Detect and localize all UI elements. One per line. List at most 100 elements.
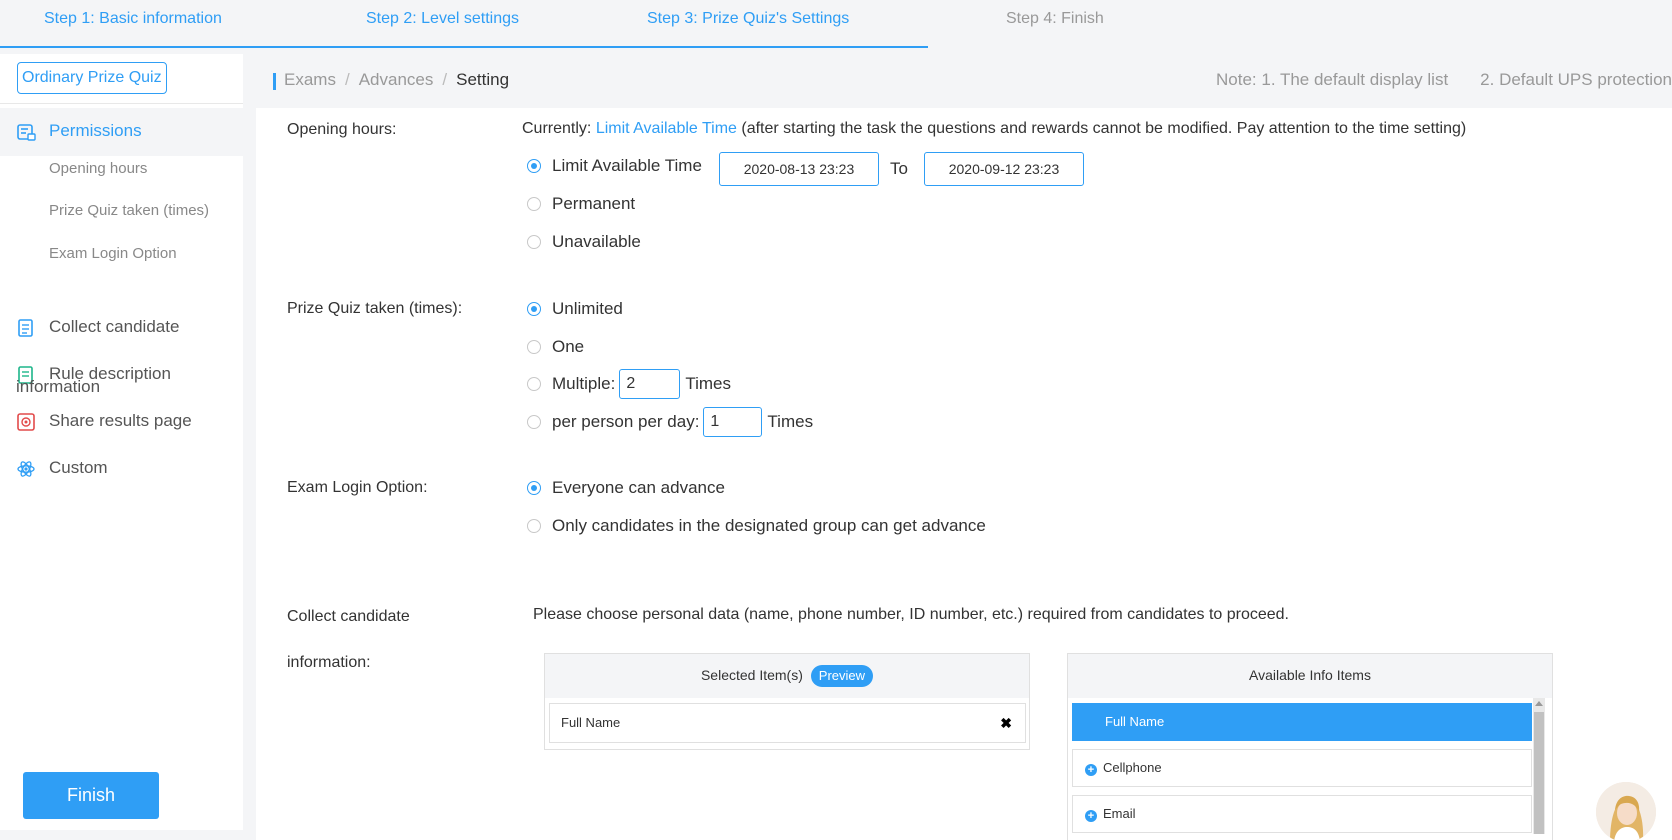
sidebar-item-permissions[interactable]: Permissions xyxy=(0,108,243,156)
radio-label: Unlimited xyxy=(552,299,623,318)
step-prize-quiz-settings[interactable]: Step 3: Prize Quiz's Settings xyxy=(647,10,849,28)
breadcrumb-bar: Exams / Advances / Setting Note: 1. The defa… xyxy=(256,54,1672,108)
radio-button-selected[interactable] xyxy=(527,159,541,173)
selected-item-full-name: Full Name ✖ xyxy=(549,703,1026,743)
selected-items-header: Selected Item(s) Preview xyxy=(545,654,1029,698)
sidebar-sub-prize-quiz-taken[interactable]: Prize Quiz taken (times) xyxy=(49,202,209,219)
selected-items-title: Selected Item(s) xyxy=(700,667,803,683)
permissions-icon xyxy=(16,122,36,142)
note-1: Note: 1. The default display list xyxy=(1216,70,1449,89)
step-finish[interactable]: Step 4: Finish xyxy=(1006,10,1104,28)
main-content: Opening hours: Currently: Limit Availabl… xyxy=(256,108,1672,840)
support-avatar[interactable] xyxy=(1596,782,1656,840)
radio-multiple[interactable]: Multiple: 2 Times xyxy=(527,369,731,399)
share-icon xyxy=(16,412,36,432)
sidebar-overlap-text: information xyxy=(16,377,101,396)
radio-permanent[interactable]: Permanent xyxy=(527,194,635,214)
sidebar-item-label: Permissions xyxy=(49,121,142,140)
sidebar-sub-opening-hours[interactable]: Opening hours xyxy=(49,160,147,177)
collect-label-line2: information: xyxy=(287,654,371,671)
sidebar-item-label: Custom xyxy=(49,458,108,477)
collect-description: Please choose personal data (name, phone… xyxy=(533,606,1289,623)
times-label: Times xyxy=(767,412,814,431)
breadcrumb-marker xyxy=(273,73,276,90)
radio-label: Unavailable xyxy=(552,232,641,251)
plus-icon: + xyxy=(1085,810,1097,822)
start-date-input[interactable]: 2020-08-13 23:23 xyxy=(719,152,879,186)
radio-designated-group[interactable]: Only candidates in the designated group … xyxy=(527,516,986,536)
radio-button[interactable] xyxy=(527,235,541,249)
current-note: (after starting the task the questions a… xyxy=(741,120,1467,137)
radio-label: Permanent xyxy=(552,194,636,213)
breadcrumb-separator: / xyxy=(344,70,350,89)
radio-limit-available-time[interactable]: Limit Available Time xyxy=(527,156,702,176)
radio-label: Multiple: xyxy=(552,374,616,393)
scroll-up-arrow-icon[interactable] xyxy=(1535,701,1543,706)
quiz-type-badge[interactable]: Ordinary Prize Quiz xyxy=(17,62,167,94)
note-2: 2. Default UPS protection xyxy=(1480,70,1672,89)
steps-progress-line xyxy=(0,46,928,48)
breadcrumb: Exams / Advances / Setting xyxy=(284,70,509,90)
preview-button[interactable]: Preview xyxy=(810,665,874,688)
per-day-times-input[interactable]: 1 xyxy=(703,407,763,437)
radio-button[interactable] xyxy=(527,340,541,354)
available-items-panel: Available Info Items Full Name + Cellphon… xyxy=(1067,653,1553,840)
scrollbar-thumb[interactable] xyxy=(1534,712,1544,834)
sidebar-divider xyxy=(0,103,243,104)
step-basic-information[interactable]: Step 1: Basic information xyxy=(44,10,222,28)
finish-button[interactable]: Finish xyxy=(23,772,159,819)
step-level-settings[interactable]: Step 2: Level settings xyxy=(366,10,519,28)
collect-label-line1: Collect candidate xyxy=(287,608,410,625)
breadcrumb-advances[interactable]: Advances xyxy=(359,70,434,89)
sidebar-sub-exam-login-option[interactable]: Exam Login Option xyxy=(49,245,177,262)
radio-unlimited[interactable]: Unlimited xyxy=(527,299,623,319)
plus-icon: + xyxy=(1085,764,1097,776)
radio-button-selected[interactable] xyxy=(527,481,541,495)
radio-unavailable[interactable]: Unavailable xyxy=(527,232,641,252)
exam-login-option-label: Exam Login Option: xyxy=(287,479,428,496)
notes: Note: 1. The default display list 2. Defa… xyxy=(1216,70,1672,90)
selected-items-panel: Selected Item(s) Preview Full Name ✖ xyxy=(544,653,1030,750)
radio-button[interactable] xyxy=(527,415,541,429)
breadcrumb-current: Setting xyxy=(456,70,510,89)
available-item-full-name[interactable]: Full Name xyxy=(1072,703,1532,741)
sidebar-item-label: Share results page xyxy=(49,411,192,430)
radio-one[interactable]: One xyxy=(527,337,584,357)
opening-hours-label: Opening hours: xyxy=(287,121,397,138)
current-value: Limit Available Time xyxy=(595,120,737,137)
page: Step 1: Basic information Step 2: Level … xyxy=(0,0,1672,840)
radio-button-selected[interactable] xyxy=(527,302,541,316)
sidebar-item-share-results[interactable]: Share results page xyxy=(0,398,243,446)
available-item-cellphone[interactable]: + Cellphone xyxy=(1072,749,1532,787)
to-label: To xyxy=(890,159,908,178)
breadcrumb-separator: / xyxy=(442,70,448,89)
opening-hours-current: Currently: Limit Available Time (after s… xyxy=(522,120,1466,138)
radio-label: Only candidates in the designated group … xyxy=(552,516,986,535)
radio-label: per person per day: xyxy=(552,412,700,431)
prize-quiz-taken-label: Prize Quiz taken (times): xyxy=(287,300,463,317)
radio-label: One xyxy=(552,337,585,356)
available-items-scrollbar[interactable] xyxy=(1533,698,1545,834)
radio-per-person-per-day[interactable]: per person per day: 1 Times xyxy=(527,407,813,437)
sidebar-item-custom[interactable]: Custom xyxy=(0,445,243,493)
available-item-label: Email xyxy=(1103,806,1136,821)
available-item-email[interactable]: + Email xyxy=(1072,795,1532,833)
radio-label: Everyone can advance xyxy=(552,478,725,497)
radio-button[interactable] xyxy=(527,377,541,391)
available-items-title: Available Info Items xyxy=(1249,667,1371,683)
radio-everyone-can-advance[interactable]: Everyone can advance xyxy=(527,478,725,498)
breadcrumb-exams[interactable]: Exams xyxy=(284,70,336,89)
available-item-label: Cellphone xyxy=(1103,760,1162,775)
sidebar-item-collect-candidate[interactable]: Collect candidate xyxy=(0,304,243,352)
atom-icon xyxy=(16,459,36,479)
radio-button[interactable] xyxy=(527,519,541,533)
radio-button[interactable] xyxy=(527,197,541,211)
end-date-input[interactable]: 2020-09-12 23:23 xyxy=(924,152,1084,186)
multiple-times-input[interactable]: 2 xyxy=(619,369,681,399)
available-items-header: Available Info Items xyxy=(1068,654,1552,698)
remove-icon[interactable]: ✖ xyxy=(1000,704,1012,742)
current-prefix: Currently: xyxy=(522,120,592,137)
steps-bar: Step 1: Basic information Step 2: Level … xyxy=(0,0,1672,48)
radio-label: Limit Available Time xyxy=(552,156,702,175)
selected-item-label: Full Name xyxy=(561,715,621,730)
